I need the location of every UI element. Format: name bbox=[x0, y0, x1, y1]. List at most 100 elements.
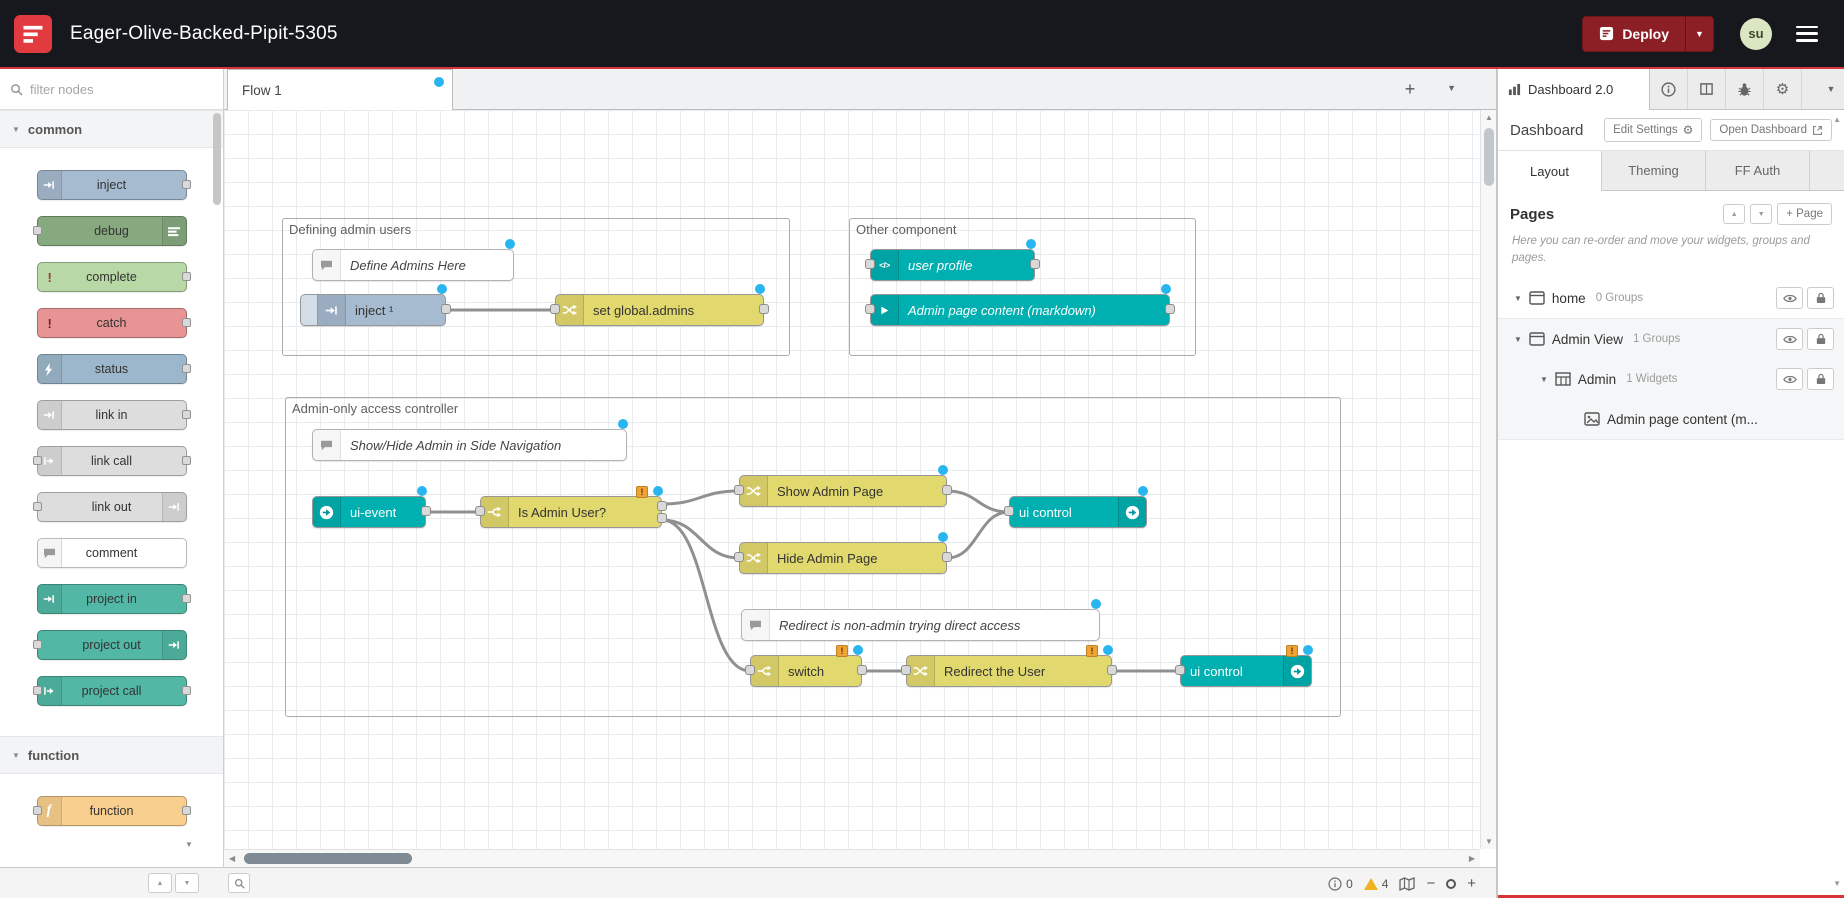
sidebar-tab-list-button[interactable]: ▼ bbox=[1818, 69, 1844, 109]
scrollbar-thumb[interactable] bbox=[1484, 128, 1494, 186]
palette-node-comment[interactable]: comment bbox=[37, 538, 187, 568]
tab-ff-auth[interactable]: FF Auth bbox=[1706, 151, 1810, 190]
sidebar-tab-dashboard[interactable]: Dashboard 2.0 bbox=[1498, 69, 1650, 110]
deploy-options-caret[interactable]: ▼ bbox=[1685, 17, 1713, 51]
input-port[interactable] bbox=[550, 304, 560, 314]
edit-settings-button[interactable]: Edit Settings ⚙ bbox=[1604, 118, 1702, 142]
scrollbar-thumb[interactable] bbox=[244, 853, 412, 864]
node-switch-2[interactable]: switch ! bbox=[750, 655, 862, 687]
tab-layout[interactable]: Layout bbox=[1498, 151, 1602, 191]
add-page-button[interactable]: + Page bbox=[1777, 203, 1832, 225]
visibility-button[interactable] bbox=[1776, 328, 1803, 350]
palette-collapse-all-button[interactable]: ▲ bbox=[148, 873, 172, 893]
tab-theming[interactable]: Theming bbox=[1602, 151, 1706, 190]
node-inject[interactable]: inject ¹ bbox=[300, 294, 446, 326]
palette-node-function[interactable]: f function bbox=[37, 796, 187, 826]
output-port-1[interactable] bbox=[657, 501, 667, 511]
palette-category-common[interactable]: ▼ common bbox=[0, 110, 223, 148]
output-port[interactable] bbox=[421, 506, 431, 516]
node-comment-redirect-non-admin[interactable]: Redirect is non-admin trying direct acce… bbox=[741, 609, 1100, 641]
input-port[interactable] bbox=[745, 665, 755, 675]
palette-node-link-in[interactable]: link in bbox=[37, 400, 187, 430]
output-port[interactable] bbox=[441, 304, 451, 314]
output-port[interactable] bbox=[942, 552, 952, 562]
flow-tab[interactable]: Flow 1 bbox=[227, 69, 453, 110]
canvas-search-button[interactable] bbox=[228, 873, 250, 893]
input-port[interactable] bbox=[734, 552, 744, 562]
zoom-reset-button[interactable] bbox=[1446, 879, 1456, 889]
group-other-component[interactable]: Other component bbox=[849, 218, 1196, 356]
visibility-button[interactable] bbox=[1776, 368, 1803, 390]
node-comment-show-hide-admin[interactable]: Show/Hide Admin in Side Navigation bbox=[312, 429, 627, 461]
zoom-in-button[interactable]: + bbox=[1467, 876, 1476, 891]
node-change-hide-admin-page[interactable]: Hide Admin Page bbox=[739, 542, 947, 574]
group-defining-admin-users[interactable]: Defining admin users bbox=[282, 218, 790, 356]
info-count[interactable]: 0 bbox=[1328, 877, 1353, 891]
palette-node-link-out[interactable]: link out bbox=[37, 492, 187, 522]
sidebar-tab-config[interactable]: ⚙ bbox=[1764, 69, 1802, 109]
chevron-down-icon[interactable]: ▼ bbox=[1514, 335, 1522, 344]
palette-node-project-in[interactable]: project in bbox=[37, 584, 187, 614]
scroll-down-button[interactable]: ▼ bbox=[1481, 837, 1497, 846]
palette-scroll-down-button[interactable]: ▼ bbox=[176, 840, 202, 856]
input-port[interactable] bbox=[865, 304, 875, 314]
palette-search-input[interactable] bbox=[30, 82, 180, 97]
tree-row-admin-view[interactable]: ▼ Admin View 1 Groups bbox=[1498, 319, 1844, 359]
sidebar-scroll-down[interactable]: ▼ bbox=[1833, 879, 1841, 888]
palette-expand-all-button[interactable]: ▼ bbox=[175, 873, 199, 893]
visibility-button[interactable] bbox=[1776, 287, 1803, 309]
palette-node-debug[interactable]: debug bbox=[37, 216, 187, 246]
node-switch-is-admin-user[interactable]: Is Admin User? ! bbox=[480, 496, 662, 528]
scroll-right-button[interactable]: ▶ bbox=[1469, 854, 1475, 863]
output-port[interactable] bbox=[1107, 665, 1117, 675]
main-menu-button[interactable] bbox=[1796, 26, 1818, 42]
palette-node-project-call[interactable]: project call bbox=[37, 676, 187, 706]
output-port[interactable] bbox=[1030, 259, 1040, 269]
palette-node-complete[interactable]: ! complete bbox=[37, 262, 187, 292]
scroll-up-button[interactable]: ▲ bbox=[1481, 113, 1497, 122]
chevron-down-icon[interactable]: ▼ bbox=[1514, 294, 1522, 303]
user-avatar[interactable]: su bbox=[1740, 18, 1772, 50]
node-ui-control-1[interactable]: ui control bbox=[1009, 496, 1147, 528]
input-port[interactable] bbox=[865, 259, 875, 269]
palette-node-project-out[interactable]: project out bbox=[37, 630, 187, 660]
add-flow-button[interactable]: + bbox=[1398, 77, 1422, 101]
inject-button[interactable] bbox=[301, 295, 318, 325]
sidebar-scroll-up[interactable]: ▲ bbox=[1833, 115, 1841, 124]
output-port[interactable] bbox=[1165, 304, 1175, 314]
node-comment-define-admins[interactable]: Define Admins Here bbox=[312, 249, 514, 281]
node-ui-event[interactable]: ui-event bbox=[312, 496, 426, 528]
navigator-icon[interactable] bbox=[1399, 877, 1415, 891]
lock-button[interactable] bbox=[1807, 368, 1834, 390]
scroll-left-button[interactable]: ◀ bbox=[229, 854, 235, 863]
move-down-button[interactable]: ▼ bbox=[1750, 204, 1772, 224]
input-port[interactable] bbox=[734, 485, 744, 495]
palette-node-inject[interactable]: inject bbox=[37, 170, 187, 200]
input-port[interactable] bbox=[901, 665, 911, 675]
output-port[interactable] bbox=[759, 304, 769, 314]
palette-category-function[interactable]: ▼ function bbox=[0, 736, 223, 774]
palette-scrollbar[interactable] bbox=[212, 113, 222, 205]
canvas-horizontal-scrollbar[interactable]: ◀ ▶ bbox=[224, 849, 1480, 867]
input-port[interactable] bbox=[1004, 506, 1014, 516]
tree-row-home[interactable]: ▼ home 0 Groups bbox=[1498, 278, 1844, 318]
node-change-show-admin-page[interactable]: Show Admin Page bbox=[739, 475, 947, 507]
input-port[interactable] bbox=[1175, 665, 1185, 675]
lock-button[interactable] bbox=[1807, 328, 1834, 350]
palette-search[interactable] bbox=[0, 69, 223, 110]
chevron-down-icon[interactable]: ▼ bbox=[1540, 375, 1548, 384]
lock-button[interactable] bbox=[1807, 287, 1834, 309]
flow-list-button[interactable]: ▼ bbox=[1447, 83, 1456, 93]
tree-row-admin-page-content-widget[interactable]: Admin page content (m... bbox=[1498, 399, 1844, 439]
node-ui-template-user-profile[interactable]: </> user profile bbox=[870, 249, 1035, 281]
output-port[interactable] bbox=[942, 485, 952, 495]
output-port-2[interactable] bbox=[657, 513, 667, 523]
tree-row-admin-group[interactable]: ▼ Admin 1 Widgets bbox=[1498, 359, 1844, 399]
sidebar-tab-help[interactable] bbox=[1688, 69, 1726, 109]
warning-count[interactable]: 4 bbox=[1364, 877, 1389, 891]
canvas-vertical-scrollbar[interactable]: ▲ ▼ bbox=[1480, 110, 1496, 849]
output-port[interactable] bbox=[857, 665, 867, 675]
move-up-button[interactable]: ▲ bbox=[1723, 204, 1745, 224]
zoom-out-button[interactable]: − bbox=[1426, 876, 1435, 891]
node-ui-template-admin-page-content[interactable]: Admin page content (markdown) bbox=[870, 294, 1170, 326]
